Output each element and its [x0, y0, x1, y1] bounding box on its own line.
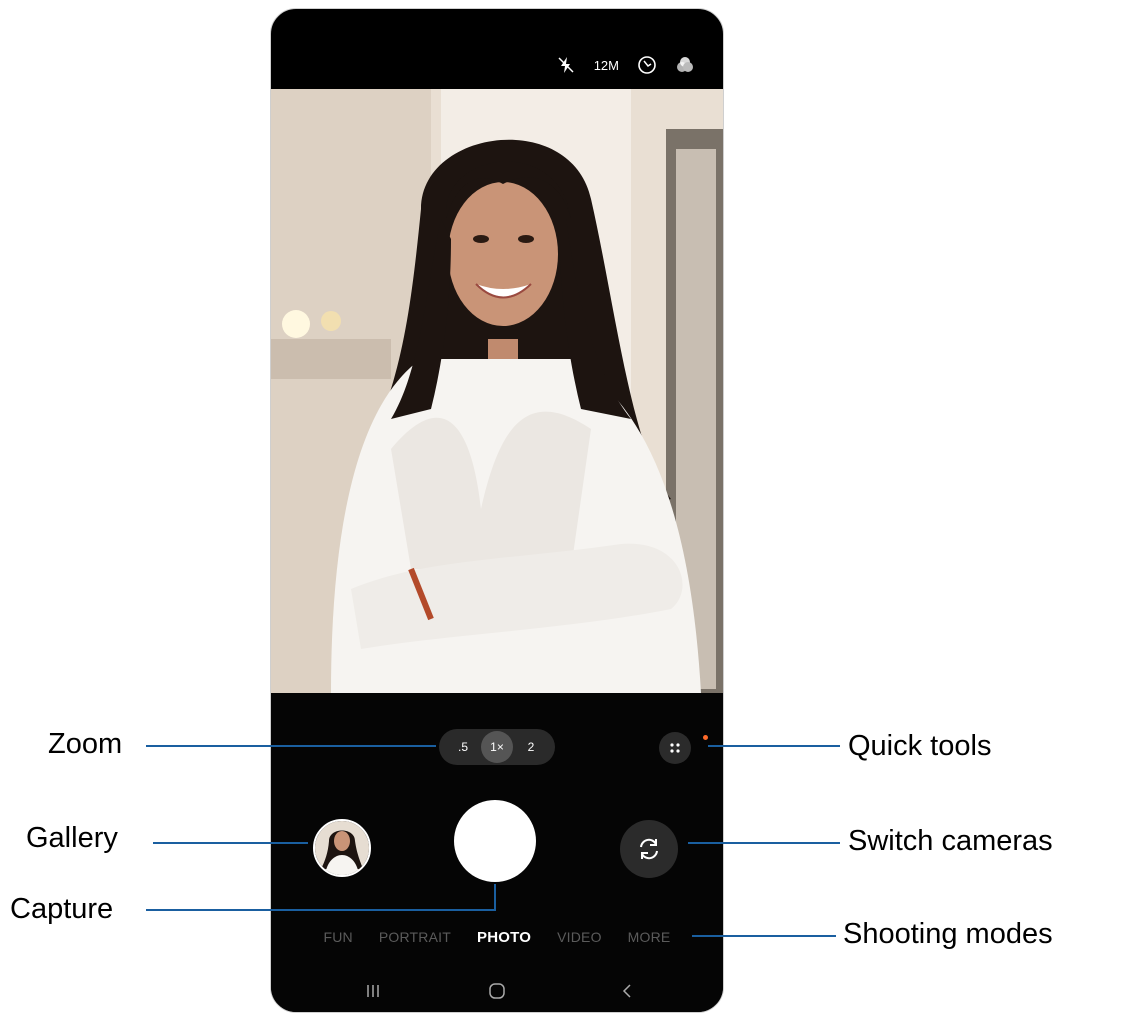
zoom-selector[interactable]: .5 1× 2: [439, 729, 555, 765]
callout-switch-cameras: Switch cameras: [848, 825, 1053, 857]
mode-photo[interactable]: PHOTO: [477, 929, 531, 946]
callout-zoom: Zoom: [48, 728, 123, 760]
camera-viewfinder[interactable]: [271, 89, 723, 693]
gallery-thumbnail-button[interactable]: [313, 819, 371, 877]
shooting-modes-bar: FUN PORTRAIT PHOTO VIDEO MORE: [271, 925, 723, 949]
callout-line-zoom: [146, 745, 436, 747]
grid-dots-icon: [670, 743, 680, 753]
filter-icon[interactable]: [675, 55, 695, 75]
zoom-option-1x[interactable]: 1×: [481, 731, 513, 763]
camera-settings-row: 12M: [556, 55, 695, 75]
mode-more[interactable]: MORE: [628, 929, 671, 945]
callout-shooting-modes: Shooting modes: [843, 918, 1053, 950]
callout-line-switch-cameras: [688, 842, 840, 844]
mode-portrait[interactable]: PORTRAIT: [379, 929, 451, 945]
callout-capture: Capture: [10, 893, 114, 925]
callout-vline-capture: [494, 884, 496, 911]
callout-line-gallery: [153, 842, 308, 844]
quick-tools-button[interactable]: [659, 732, 691, 764]
flash-off-icon[interactable]: [556, 55, 576, 75]
capture-button[interactable]: [454, 800, 536, 882]
callout-line-shooting-modes: [692, 935, 836, 937]
system-navigation-bar: [271, 976, 723, 1006]
switch-camera-icon: [640, 838, 658, 860]
zoom-option-0.5[interactable]: .5: [447, 731, 479, 763]
home-icon[interactable]: [477, 976, 517, 1006]
callout-quick-tools: Quick tools: [848, 730, 992, 762]
zoom-option-2[interactable]: 2: [515, 731, 547, 763]
back-icon[interactable]: [607, 976, 647, 1006]
mode-fun[interactable]: FUN: [324, 929, 353, 945]
callout-line-quick-tools: [708, 745, 840, 747]
camera-controls: .5 1× 2 FUN PORTRAIT PHOTO VIDEO MORE: [271, 693, 723, 1012]
viewfinder-preview-image: [271, 89, 723, 693]
phone-screen: 12M .5 1× 2 FUN PORTRAIT PHOTO VIDEO MOR…: [270, 8, 724, 1013]
resolution-label[interactable]: 12M: [594, 55, 619, 75]
switch-cameras-button[interactable]: [620, 820, 678, 878]
mode-video[interactable]: VIDEO: [557, 929, 602, 945]
callout-line-capture: [146, 909, 496, 911]
gallery-thumbnail-image: [315, 821, 369, 875]
recent-apps-icon[interactable]: [353, 976, 393, 1006]
timer-icon[interactable]: [637, 55, 657, 75]
notification-dot: [703, 735, 708, 740]
camera-top-bar: 12M: [271, 9, 723, 89]
callout-gallery: Gallery: [26, 822, 118, 854]
